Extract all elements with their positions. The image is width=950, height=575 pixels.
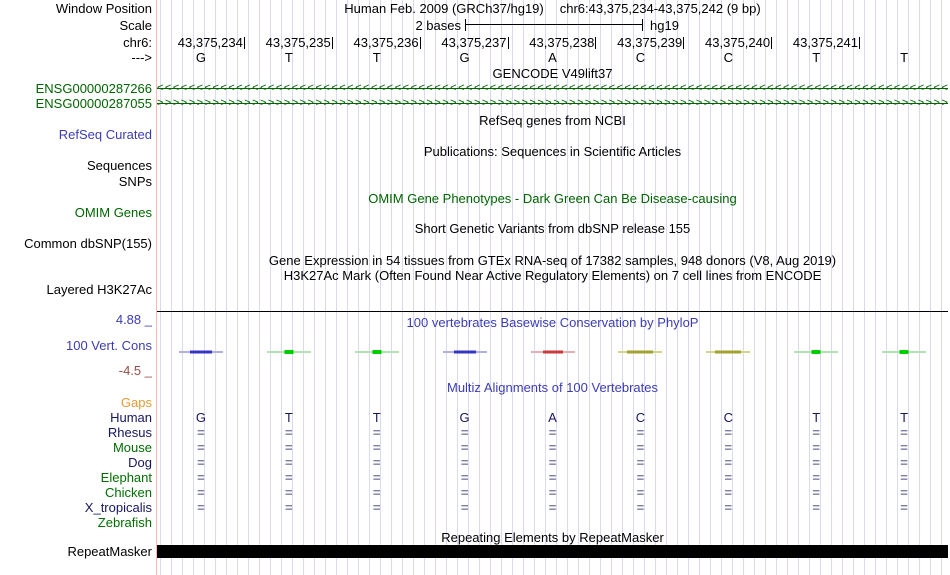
gene-label-ensg287266[interactable]: ENSG00000287266	[0, 81, 152, 96]
multiz-align-row-rhesus[interactable]: = = = = = = = = =	[157, 425, 948, 440]
species-label-zebrafish[interactable]: Zebrafish	[0, 515, 152, 530]
omim-track-title: OMIM Gene Phenotypes - Dark Green Can Be…	[368, 191, 737, 206]
scale-genome: hg19	[650, 18, 679, 33]
gtex-track-title: Gene Expression in 54 tissues from GTEx …	[268, 253, 837, 268]
phylop-max-value: 4.88 _	[115, 312, 152, 327]
ruler-coordinates: 43,375,234 43,375,235 43,375,236 43,375,…	[157, 35, 860, 50]
snps-label[interactable]: SNPs	[0, 174, 152, 189]
multiz-align-row-mouse[interactable]: = = = = = = = = =	[157, 440, 948, 455]
scale-bar	[465, 19, 643, 31]
assembly-name: Human Feb. 2009 (GRCh37/hg19)	[344, 1, 544, 16]
omim-genes-label[interactable]: OMIM Genes	[0, 205, 152, 220]
phylop-conservation-bars[interactable]	[157, 348, 948, 356]
gene-item-minus-strand[interactable]: <<<<<<<<<<<<<<<<<<<<<<<<<<<<<<<<<<<<<<<<…	[157, 81, 948, 96]
ruler-coordinate: 43,375,235	[265, 35, 331, 50]
ruler-coordinate: 43,375,238	[529, 35, 595, 50]
ruler-coordinate: 43,375,239	[617, 35, 683, 50]
window-position-label: Window Position	[55, 1, 152, 16]
species-label-mouse[interactable]: Mouse	[0, 440, 152, 455]
scale-label: Scale	[119, 18, 152, 33]
phylop-track-title: 100 vertebrates Basewise Conservation by…	[406, 315, 699, 330]
ruler-coordinate: 43,375,237	[441, 35, 507, 50]
position-header: Human Feb. 2009 (GRCh37/hg19) chr6:43,37…	[157, 1, 948, 16]
vert-cons-label[interactable]: 100 Vert. Cons	[0, 338, 152, 353]
sequences-label[interactable]: Sequences	[0, 158, 152, 173]
repeatmasker-track-title: Repeating Elements by RepeatMasker	[441, 530, 664, 545]
gene-item-plus-strand[interactable]: >>>>>>>>>>>>>>>>>>>>>>>>>>>>>>>>>>>>>>>>…	[157, 96, 948, 111]
species-label-xtropicalis[interactable]: X_tropicalis	[0, 500, 152, 515]
publications-track-title: Publications: Sequences in Scientific Ar…	[423, 144, 682, 159]
ruler-coordinate: 43,375,240	[705, 35, 771, 50]
multiz-human-base-row[interactable]: GTTGACCTT	[157, 410, 948, 425]
species-label-rhesus[interactable]: Rhesus	[0, 425, 152, 440]
species-label-elephant[interactable]: Elephant	[0, 470, 152, 485]
repeatmasker-label[interactable]: RepeatMasker	[0, 544, 152, 559]
phylop-min-value: -4.5 _	[118, 363, 152, 378]
chrom-label: chr6:	[123, 35, 152, 50]
ruler-coordinate: 43,375,236	[353, 35, 419, 50]
common-dbsnp-label[interactable]: Common dbSNP(155)	[0, 236, 152, 251]
multiz-track-title: Multiz Alignments of 100 Vertebrates	[446, 380, 658, 395]
layered-h3k27ac-label[interactable]: Layered H3K27Ac	[0, 282, 152, 297]
phylop-track-top-border	[157, 311, 948, 312]
gaps-label[interactable]: Gaps	[0, 395, 152, 410]
refseq-track-title: RefSeq genes from NCBI	[479, 113, 626, 128]
dbsnp-track-title: Short Genetic Variants from dbSNP releas…	[414, 221, 691, 236]
multiz-align-row-elephant[interactable]: = = = = = = = = =	[157, 470, 948, 485]
repeatmasker-element-bar[interactable]	[157, 545, 948, 558]
ruler-tick	[859, 36, 860, 49]
gene-label-ensg287055[interactable]: ENSG00000287055	[0, 96, 152, 111]
ruler-coordinate: 43,375,241	[792, 35, 858, 50]
species-label-dog[interactable]: Dog	[0, 455, 152, 470]
ruler-coordinate: 43,375,234	[177, 35, 243, 50]
species-label-human[interactable]: Human	[0, 410, 152, 425]
reference-base-row: GTTGACCTT	[195, 50, 909, 65]
refseq-curated-label[interactable]: RefSeq Curated	[0, 127, 152, 142]
current-position: chr6:43,375,234-43,375,242 (9 bp)	[559, 1, 761, 16]
gencode-track-title: GENCODE V49lift37	[492, 66, 613, 81]
multiz-align-row-dog[interactable]: = = = = = = = = =	[157, 455, 948, 470]
h3k27ac-track-title: H3K27Ac Mark (Often Found Near Active Re…	[283, 268, 822, 283]
strand-direction-label: --->	[131, 50, 152, 65]
scale-value: 2 bases	[415, 18, 461, 33]
species-label-chicken[interactable]: Chicken	[0, 485, 152, 500]
multiz-align-row-xtropicalis[interactable]: = = = = = = = = =	[157, 500, 948, 515]
multiz-align-row-chicken[interactable]: = = = = = = = = =	[157, 485, 948, 500]
